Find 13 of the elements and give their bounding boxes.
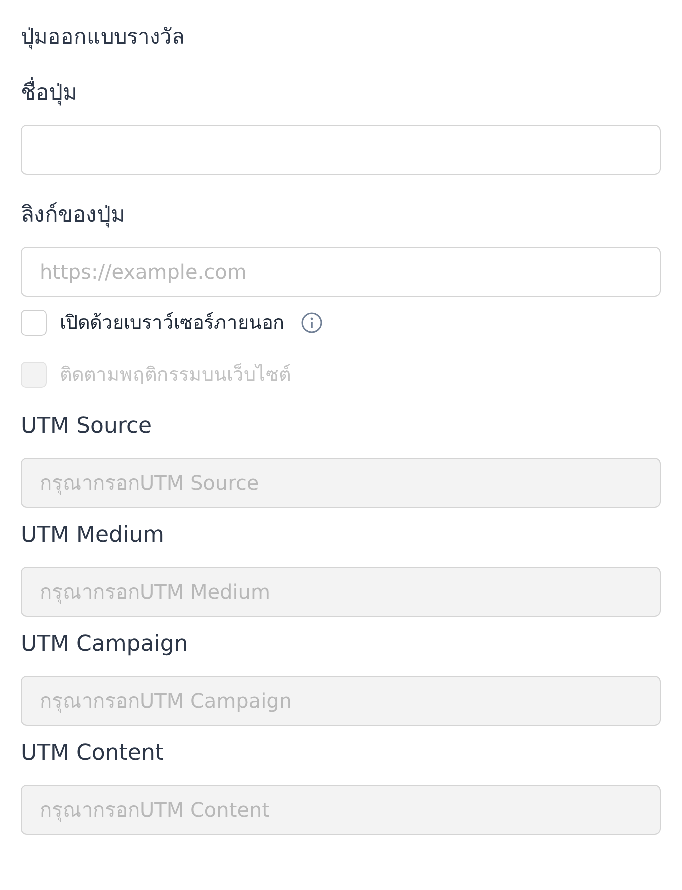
checkbox[interactable] — [21, 310, 47, 336]
field-label: ชื่อปุ่ม — [21, 78, 661, 110]
info-icon[interactable] — [301, 312, 323, 334]
field-label: UTM Content — [21, 740, 166, 768]
input-field[interactable] — [21, 125, 661, 175]
checkbox-label: เปิดด้วยเบราว์เซอร์ภายนอก — [60, 311, 285, 336]
form-title: ปุ่มออกแบบรางวัล — [21, 24, 186, 52]
field-label: UTM Medium — [21, 522, 166, 550]
field-label: UTM Source — [21, 413, 154, 441]
input-field[interactable]: https://example.com — [21, 247, 661, 297]
field-label: ลิงก์ของปุ่ม — [21, 202, 127, 230]
checkbox-label: ติดตามพฤติกรรมบนเว็บไซต์ — [60, 362, 291, 388]
field-label: UTM Campaign — [21, 631, 190, 659]
